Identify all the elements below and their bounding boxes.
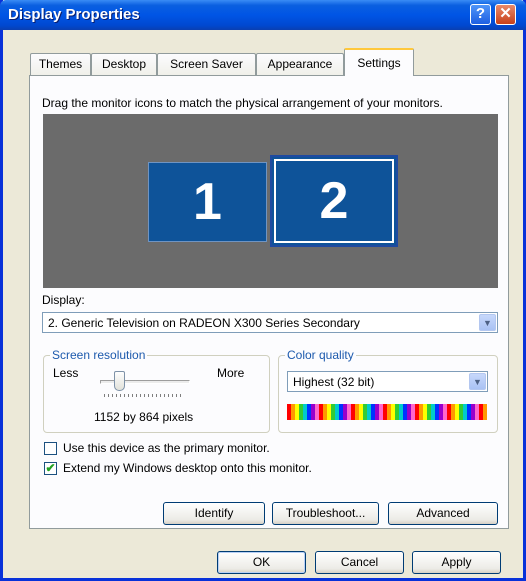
checkmark-icon: ✔ xyxy=(45,461,56,475)
chevron-down-icon[interactable]: ▼ xyxy=(479,314,496,331)
tab-appearance[interactable]: Appearance xyxy=(256,53,344,75)
display-value: 2. Generic Television on RADEON X300 Ser… xyxy=(48,316,360,330)
color-quality-value: Highest (32 bit) xyxy=(293,375,375,389)
resolution-slider-thumb[interactable] xyxy=(114,371,125,391)
resolution-value: 1152 by 864 pixels xyxy=(94,410,194,424)
ok-button[interactable]: OK xyxy=(217,551,306,574)
primary-monitor-checkbox[interactable] xyxy=(44,442,57,455)
color-quality-select[interactable]: Highest (32 bit) ▼ xyxy=(287,371,488,392)
advanced-button[interactable]: Advanced xyxy=(388,502,498,525)
resolution-slider-ticks xyxy=(104,394,184,397)
close-button[interactable]: ✕ xyxy=(495,4,516,25)
help-button[interactable]: ? xyxy=(470,4,491,25)
tab-settings[interactable]: Settings xyxy=(344,48,414,76)
resolution-more-label: More xyxy=(217,366,245,380)
extend-desktop-label: Extend my Windows desktop onto this moni… xyxy=(63,461,312,475)
cancel-button[interactable]: Cancel xyxy=(315,551,404,574)
help-icon: ? xyxy=(475,5,486,22)
resolution-less-label: Less xyxy=(53,366,79,380)
display-select[interactable]: 2. Generic Television on RADEON X300 Ser… xyxy=(42,312,498,333)
color-quality-group: Color quality xyxy=(278,348,498,433)
screen-resolution-title: Screen resolution xyxy=(50,348,148,362)
extend-desktop-checkbox[interactable]: ✔ xyxy=(44,462,57,475)
display-label: Display: xyxy=(42,293,85,307)
tab-screen-saver[interactable]: Screen Saver xyxy=(157,53,256,75)
monitor-1-number: 1 xyxy=(193,173,222,231)
tab-themes[interactable]: Themes xyxy=(30,53,91,75)
window-title: Display Properties xyxy=(8,6,140,23)
color-quality-title: Color quality xyxy=(285,348,356,362)
chevron-down-icon[interactable]: ▼ xyxy=(469,373,486,390)
primary-monitor-label: Use this device as the primary monitor. xyxy=(63,441,270,455)
identify-button[interactable]: Identify xyxy=(163,502,265,525)
troubleshoot-button[interactable]: Troubleshoot... xyxy=(272,502,379,525)
instruction-text: Drag the monitor icons to match the phys… xyxy=(42,96,443,110)
close-icon: ✕ xyxy=(499,5,512,22)
apply-button[interactable]: Apply xyxy=(412,551,501,574)
color-spectrum-bar xyxy=(287,404,487,420)
title-bar[interactable]: Display Properties ? ✕ xyxy=(0,0,526,30)
tab-desktop[interactable]: Desktop xyxy=(91,53,157,75)
monitor-2-number: 2 xyxy=(319,172,349,230)
monitor-2-icon[interactable]: 2 xyxy=(270,155,398,247)
monitor-1-icon[interactable]: 1 xyxy=(148,162,267,242)
